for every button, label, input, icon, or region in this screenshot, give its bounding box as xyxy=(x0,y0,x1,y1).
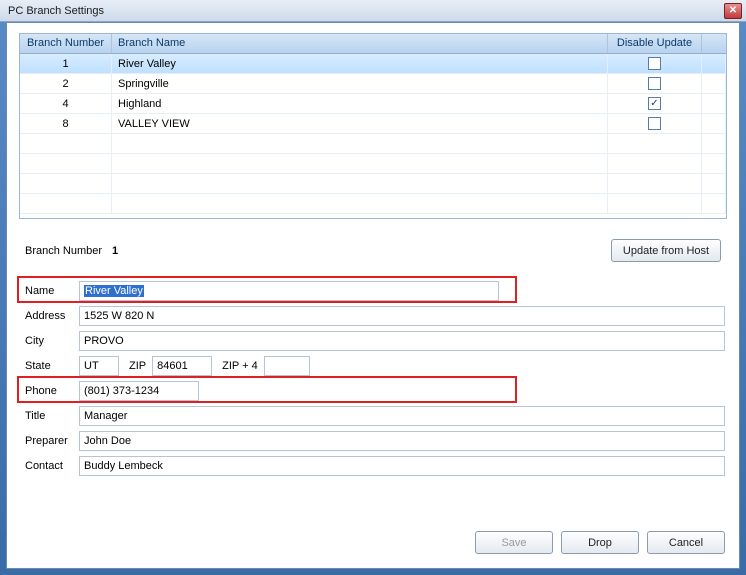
state-input[interactable]: UT xyxy=(79,356,119,376)
cell-extra xyxy=(702,74,726,93)
button-bar: Save Drop Cancel xyxy=(475,531,725,554)
row-state-zip: State UT ZIP 84601 ZIP + 4 xyxy=(21,353,725,378)
cell-branch-name xyxy=(112,154,608,173)
cell-branch-name xyxy=(112,134,608,153)
cell-extra xyxy=(702,114,726,133)
branch-number-label: Branch Number xyxy=(25,245,102,257)
cell-branch-number xyxy=(20,154,112,173)
cell-disable-update[interactable] xyxy=(608,74,702,93)
table-row[interactable]: 8VALLEY VIEW xyxy=(20,114,726,134)
disable-update-checkbox[interactable] xyxy=(648,117,661,130)
disable-update-checkbox[interactable] xyxy=(648,77,661,90)
field-area: Name River Valley Address 1525 W 820 N C… xyxy=(19,278,727,478)
state-label: State xyxy=(21,360,79,372)
save-button[interactable]: Save xyxy=(475,531,553,554)
header-extra xyxy=(702,34,726,53)
cell-branch-name xyxy=(112,174,608,193)
zip-label: ZIP xyxy=(119,360,152,372)
drop-button[interactable]: Drop xyxy=(561,531,639,554)
cell-branch-name xyxy=(112,194,608,213)
city-input[interactable]: PROVO xyxy=(79,331,725,351)
grid-header-row: Branch Number Branch Name Disable Update xyxy=(20,34,726,54)
name-input[interactable]: River Valley xyxy=(79,281,499,301)
table-row xyxy=(20,134,726,154)
cell-branch-number xyxy=(20,174,112,193)
preparer-label: Preparer xyxy=(21,435,79,447)
cell-disable-update xyxy=(608,174,702,193)
address-label: Address xyxy=(21,310,79,322)
zip-input[interactable]: 84601 xyxy=(152,356,212,376)
cell-disable-update[interactable] xyxy=(608,114,702,133)
cell-branch-name: Springville xyxy=(112,74,608,93)
cell-branch-number: 8 xyxy=(20,114,112,133)
row-city: City PROVO xyxy=(21,328,725,353)
cell-branch-name: VALLEY VIEW xyxy=(112,114,608,133)
phone-input[interactable]: (801) 373-1234 xyxy=(79,381,199,401)
cell-branch-number xyxy=(20,194,112,213)
branch-grid: Branch Number Branch Name Disable Update… xyxy=(19,33,727,219)
cell-disable-update xyxy=(608,134,702,153)
table-row[interactable]: 2Springville xyxy=(20,74,726,94)
cell-extra xyxy=(702,194,726,213)
table-row xyxy=(20,154,726,174)
close-icon[interactable]: ✕ xyxy=(724,3,742,19)
table-row[interactable]: 4Highland ✓ xyxy=(20,94,726,114)
cell-extra xyxy=(702,54,726,73)
cell-extra xyxy=(702,134,726,153)
name-label: Name xyxy=(21,285,79,297)
titlebar: PC Branch Settings ✕ xyxy=(0,0,746,22)
disable-update-checkbox[interactable] xyxy=(648,57,661,70)
detail-header: Branch Number 1 Update from Host xyxy=(19,239,727,262)
row-address: Address 1525 W 820 N xyxy=(21,303,725,328)
cell-branch-number: 1 xyxy=(20,54,112,73)
table-row[interactable]: 1River Valley xyxy=(20,54,726,74)
contact-label: Contact xyxy=(21,460,79,472)
cell-extra xyxy=(702,154,726,173)
header-branch-name[interactable]: Branch Name xyxy=(112,34,608,53)
cell-disable-update[interactable] xyxy=(608,54,702,73)
window-title: PC Branch Settings xyxy=(8,5,724,17)
title-input[interactable]: Manager xyxy=(79,406,725,426)
zip4-label: ZIP + 4 xyxy=(212,360,264,372)
phone-label: Phone xyxy=(21,385,79,397)
header-branch-number[interactable]: Branch Number xyxy=(20,34,112,53)
table-row xyxy=(20,174,726,194)
row-name: Name River Valley xyxy=(21,278,725,303)
branch-number-value: 1 xyxy=(112,245,118,257)
client-area: Branch Number Branch Name Disable Update… xyxy=(6,22,740,569)
row-phone: Phone (801) 373-1234 xyxy=(21,378,725,403)
grid-body: 1River Valley2Springville4Highland ✓ 8VALL… xyxy=(20,54,726,214)
cell-branch-number: 2 xyxy=(20,74,112,93)
row-contact: Contact Buddy Lembeck xyxy=(21,453,725,478)
row-preparer: Preparer John Doe xyxy=(21,428,725,453)
disable-update-checkbox[interactable]: ✓ xyxy=(648,97,661,110)
city-label: City xyxy=(21,335,79,347)
table-row xyxy=(20,194,726,214)
cell-branch-number xyxy=(20,134,112,153)
dialog-window: PC Branch Settings ✕ Branch Number Branc… xyxy=(0,0,746,575)
cell-disable-update xyxy=(608,154,702,173)
row-title: Title Manager xyxy=(21,403,725,428)
title-label: Title xyxy=(21,410,79,422)
contact-input[interactable]: Buddy Lembeck xyxy=(79,456,725,476)
cell-disable-update[interactable]: ✓ xyxy=(608,94,702,113)
cell-branch-number: 4 xyxy=(20,94,112,113)
address-input[interactable]: 1525 W 820 N xyxy=(79,306,725,326)
cancel-button[interactable]: Cancel xyxy=(647,531,725,554)
zip4-input[interactable] xyxy=(264,356,310,376)
header-disable-update[interactable]: Disable Update xyxy=(608,34,702,53)
cell-extra xyxy=(702,94,726,113)
cell-branch-name: Highland xyxy=(112,94,608,113)
cell-branch-name: River Valley xyxy=(112,54,608,73)
cell-disable-update xyxy=(608,194,702,213)
preparer-input[interactable]: John Doe xyxy=(79,431,725,451)
cell-extra xyxy=(702,174,726,193)
update-from-host-button[interactable]: Update from Host xyxy=(611,239,721,262)
